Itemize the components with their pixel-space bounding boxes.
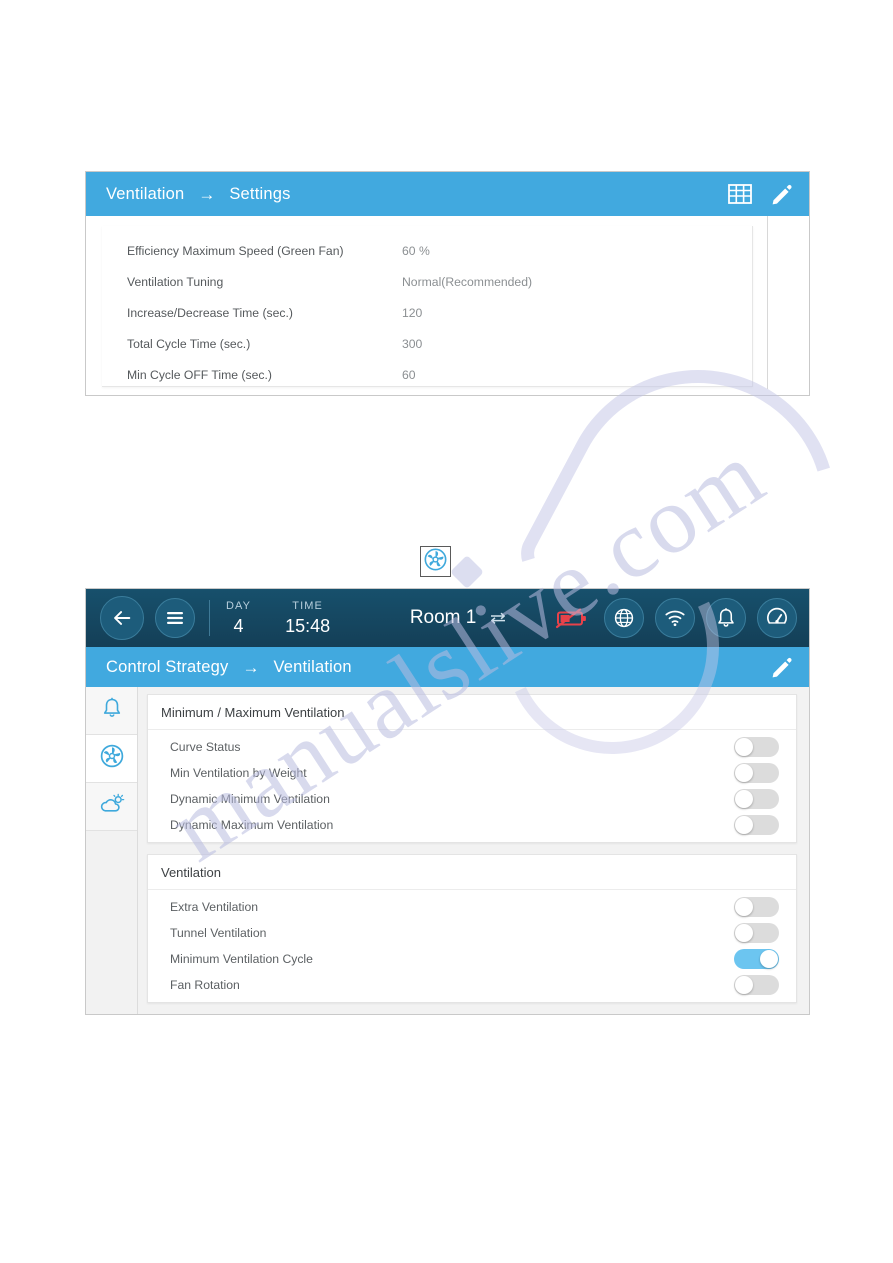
toggle-dynamic-maximum-ventilation[interactable] [734,815,779,835]
swap-room-icon[interactable] [489,611,507,625]
ventilation-card: Ventilation Extra Ventilation Tunnel Ven… [147,854,797,1003]
fan-icon-badge [420,546,451,577]
time-value: 15:48 [285,616,331,636]
sidebar-item-ventilation[interactable] [86,735,137,783]
list-item[interactable]: Tunnel Ventilation [148,920,796,946]
breadcrumb-current: Ventilation [273,657,352,676]
toggle-knob [735,976,753,994]
row-label: Min Ventilation by Weight [170,766,307,780]
list-item[interactable]: Fan Rotation [148,972,796,998]
table-row[interactable]: Ventilation Tuning Normal(Recommended) [127,267,727,297]
list-item[interactable]: Dynamic Maximum Ventilation [148,812,796,838]
day-label: DAY [226,600,252,612]
toggle-tunnel-ventilation[interactable] [734,923,779,943]
control-strategy-panel: DAY 4 TIME 15:48 Room 1 Control Strategy… [85,588,810,1015]
minimum-maximum-ventilation-card: Minimum / Maximum Ventilation Curve Stat… [147,694,797,843]
panel-one-header: Ventilation → Settings [86,172,809,216]
fan-icon [100,744,124,773]
toggle-dynamic-minimum-ventilation[interactable] [734,789,779,809]
toggle-knob [760,950,778,968]
table-row[interactable]: Min Cycle OFF Time (sec.) 60 [127,360,727,390]
setting-value: Normal(Recommended) [402,275,533,289]
time-indicator: TIME 15:48 [285,599,330,637]
sidebar-rail [86,687,138,1014]
settings-card: Efficiency Maximum Speed (Green Fan) 60 … [102,226,753,387]
menu-button[interactable] [155,598,195,638]
toggle-extra-ventilation[interactable] [734,897,779,917]
toggle-minimum-ventilation-cycle[interactable] [734,949,779,969]
list-item[interactable]: Curve Status [148,734,796,760]
row-label: Dynamic Maximum Ventilation [170,818,334,832]
panel-two-breadcrumb-bar: Control Strategy → Ventilation [86,647,809,687]
setting-label: Min Cycle OFF Time (sec.) [127,368,272,382]
breadcrumb-arrow-icon: → [242,657,260,677]
setting-label: Increase/Decrease Time (sec.) [127,306,293,320]
back-button[interactable] [100,596,144,640]
table-view-icon[interactable] [727,181,753,207]
panel-divider [767,216,768,389]
setting-value: 60 % [402,244,430,258]
row-label: Fan Rotation [170,978,240,992]
watermark-diamond [450,555,484,589]
list-item[interactable]: Dynamic Minimum Ventilation [148,786,796,812]
edit-pencil-icon[interactable] [769,654,795,680]
table-row[interactable]: Total Cycle Time (sec.) 300 [127,329,727,359]
panel-one-body: Efficiency Maximum Speed (Green Fan) 60 … [86,216,809,395]
setting-label: Efficiency Maximum Speed (Green Fan) [127,244,344,258]
toggle-knob [735,738,753,756]
row-label: Tunnel Ventilation [170,926,267,940]
breadcrumb-arrow-icon: → [198,184,216,204]
row-label: Dynamic Minimum Ventilation [170,792,330,806]
breadcrumb-current: Settings [229,184,291,203]
row-label: Curve Status [170,740,241,754]
breadcrumb-parent[interactable]: Control Strategy [106,658,228,677]
fan-icon [424,548,447,576]
toggle-knob [735,816,753,834]
card-rows: Curve Status Min Ventilation by Weight D… [148,730,796,842]
card-title: Ventilation [148,855,796,890]
sidebar-item-climate[interactable] [86,783,137,831]
toggle-curve-status[interactable] [734,737,779,757]
setting-value: 60 [402,368,416,382]
card-rows: Extra Ventilation Tunnel Ventilation Min… [148,890,796,1002]
list-item[interactable]: Minimum Ventilation Cycle [148,946,796,972]
setting-label: Total Cycle Time (sec.) [127,337,251,351]
day-indicator: DAY 4 [226,599,251,637]
row-label: Extra Ventilation [170,900,259,914]
room-selector[interactable]: Room 1 [362,607,555,629]
device-navbar: DAY 4 TIME 15:48 Room 1 [86,589,809,647]
sidebar-item-alarms[interactable] [86,687,137,735]
globe-icon[interactable] [604,598,644,638]
navbar-separator [209,600,210,636]
time-label: TIME [292,600,323,612]
bell-icon [101,696,123,725]
list-item[interactable]: Min Ventilation by Weight [148,760,796,786]
setting-value: 120 [402,306,423,320]
setting-label: Ventilation Tuning [127,275,224,289]
wifi-icon[interactable] [655,598,695,638]
breadcrumb-parent[interactable]: Ventilation [106,185,184,204]
list-item[interactable]: Extra Ventilation [148,894,796,920]
cloud-sun-icon [99,793,125,820]
battery-off-icon[interactable] [555,606,589,630]
card-title: Minimum / Maximum Ventilation [148,695,796,730]
room-name: Room 1 [409,607,477,628]
edit-pencil-icon[interactable] [769,181,795,207]
ventilation-settings-panel: Ventilation → Settings Efficiency Maximu… [85,171,810,396]
table-row[interactable]: Efficiency Maximum Speed (Green Fan) 60 … [127,236,727,266]
toggle-knob [735,898,753,916]
bell-icon[interactable] [706,598,746,638]
row-label: Minimum Ventilation Cycle [170,952,313,966]
panel-two-body: Minimum / Maximum Ventilation Curve Stat… [86,687,809,1014]
toggle-fan-rotation[interactable] [734,975,779,995]
toggle-min-ventilation-by-weight[interactable] [734,763,779,783]
table-row[interactable]: Increase/Decrease Time (sec.) 120 [127,298,727,328]
settings-content: Minimum / Maximum Ventilation Curve Stat… [138,687,809,1014]
setting-value: 300 [402,337,423,351]
toggle-knob [735,924,753,942]
day-value: 4 [233,616,244,636]
toggle-knob [735,790,753,808]
gauge-icon[interactable] [757,598,797,638]
toggle-knob [735,764,753,782]
